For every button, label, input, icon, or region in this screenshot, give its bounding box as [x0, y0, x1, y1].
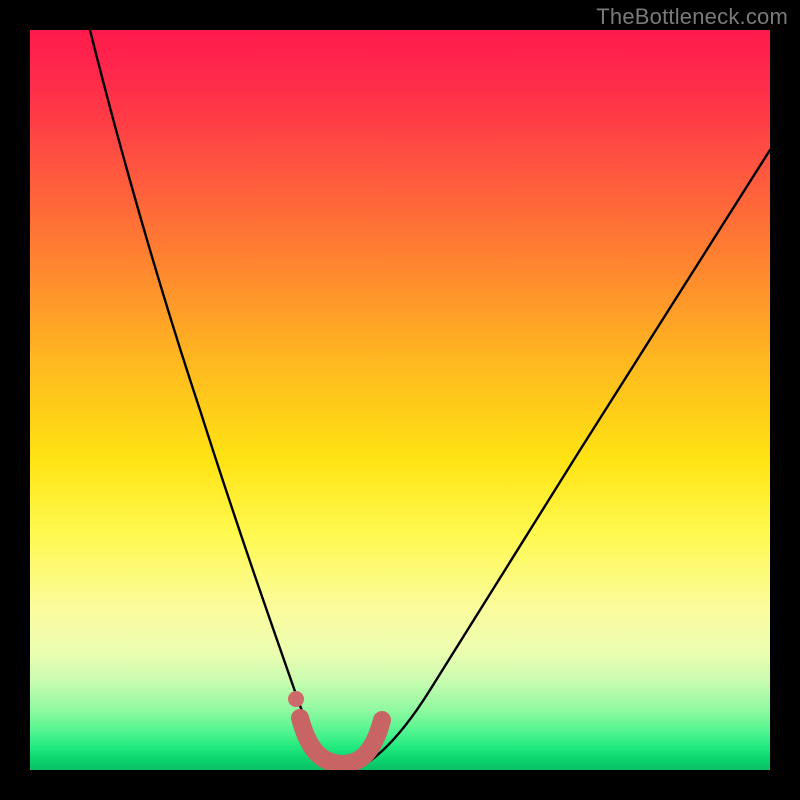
watermark-text: TheBottleneck.com: [596, 4, 788, 30]
left-curve: [90, 30, 322, 760]
plot-area: [30, 30, 770, 770]
grip-u-path: [300, 718, 382, 764]
grip-dot-icon: [288, 691, 304, 707]
curves-layer: [30, 30, 770, 770]
chart-frame: TheBottleneck.com: [0, 0, 800, 800]
right-curve: [370, 150, 770, 761]
